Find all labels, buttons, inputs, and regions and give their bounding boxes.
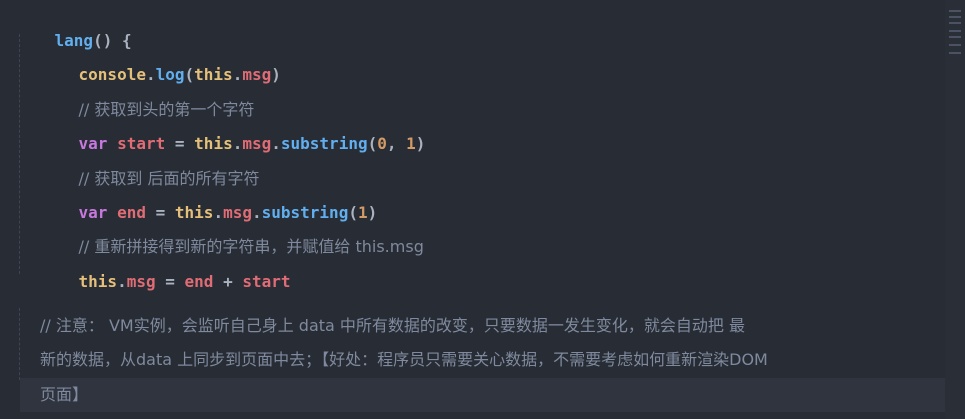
code-line-5: // 获取到 后面的所有字符 <box>16 140 260 188</box>
minimap-mark <box>949 44 961 46</box>
number-token: 1 <box>406 134 416 153</box>
code-line-8: this.msg = end + start <box>16 243 291 291</box>
dot-token: . <box>117 272 127 291</box>
comma-token: , <box>386 134 407 153</box>
minimap-scrollbar[interactable] <box>945 0 965 419</box>
substring-token: substring <box>280 134 368 153</box>
code-line-3: // 获取到头的第一个字符 <box>16 71 255 119</box>
note-comment-line-3: 页面】 <box>40 385 89 404</box>
dot-token: . <box>271 134 281 153</box>
minimap-mark <box>949 22 961 24</box>
minimap-mark <box>949 10 961 12</box>
code-line-7: // 重新拼接得到新的字符串，并赋值给 this.msg <box>16 208 424 256</box>
equals-token: = <box>165 272 175 291</box>
minimap-mark <box>949 30 961 32</box>
note-comment-line-2: 新的数据，从data 上同步到页面中去；【好处：程序员只需要关心数据，不需要考虑… <box>40 350 768 369</box>
code-editor[interactable]: lang() { console.log(this.msg) // 获取到头的第… <box>0 0 945 419</box>
start-variable: start <box>242 272 291 291</box>
code-line-6: var end = this.msg.substring(1) <box>16 174 378 222</box>
indent-guide <box>19 308 21 380</box>
code-line-2: console.log(this.msg) <box>16 36 281 84</box>
msg-token: msg <box>126 272 156 291</box>
end-variable: end <box>184 272 214 291</box>
plus-token: + <box>223 272 233 291</box>
paren-close: ) <box>271 65 281 84</box>
code-line-1: lang() { <box>16 2 132 50</box>
code-line-4: var start = this.msg.substring(0, 1) <box>16 105 426 153</box>
minimap-mark <box>949 36 961 38</box>
this-token: this <box>78 272 118 291</box>
paren-close: ) <box>415 134 426 153</box>
paren-open: ( <box>367 134 378 153</box>
minimap-mark <box>949 52 961 54</box>
note-comment-line-1: // 注意： VM实例，会监听自己身上 data 中所有数据的改变，只要数据一发… <box>40 316 746 335</box>
number-token: 0 <box>377 134 387 153</box>
minimap-mark <box>949 16 961 18</box>
